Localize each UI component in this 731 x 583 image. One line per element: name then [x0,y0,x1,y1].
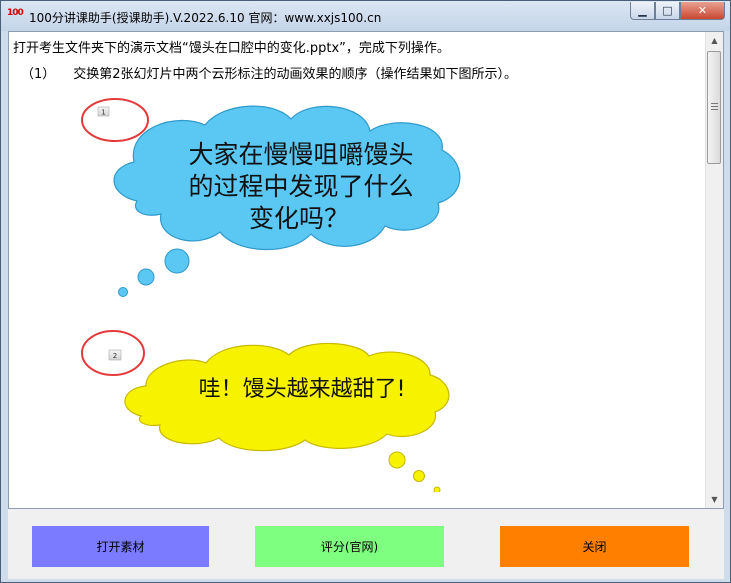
slide-preview-image: 1 大家在慢慢咀嚼馒头 的过程中发现了什么 变化吗？ 2 哇！馒头越来越甜了! [81,98,461,492]
maximize-icon: □ [662,4,673,17]
score-website-button[interactable]: 评分(官网) [255,526,444,567]
close-button[interactable]: 关闭 [500,526,689,567]
app-logo-icon: 100 [7,8,24,18]
cloud-callout-2: 哇！馒头越来越甜了! [124,342,450,492]
instruction-line-2: （1） 交换第2张幻灯片中两个云形标注的动画效果的顺序（操作结果如下图所示）。 [21,63,517,82]
instruction-line-1: 打开考生文件夹下的演示文档“馒头在口腔中的变化.pptx”，完成下列操作。 [13,41,450,56]
close-window-button[interactable]: ✕ [680,2,725,20]
animation-marker-1: 1 [81,98,149,142]
step-number: （1） [21,67,56,82]
minimize-button[interactable]: ▁ [630,2,655,20]
animation-tag-1: 1 [101,109,105,117]
maximize-button[interactable]: □ [655,2,680,20]
cloud-callout-1: 大家在慢慢咀嚼馒头 的过程中发现了什么 变化吗？ [113,105,461,297]
vertical-scrollbar[interactable]: ▲ ▼ [705,32,723,508]
scroll-up-arrow-icon[interactable]: ▲ [706,32,723,49]
cloud1-line-1: 大家在慢慢咀嚼馒头 [188,140,413,169]
highlight-ring-1 [81,98,149,142]
window-title: 100分讲课助手(授课助手).V.2022.6.10 官网：www.xxjs10… [29,11,382,25]
animation-marker-2: 2 [81,330,145,376]
minimize-icon: ▁ [638,4,647,17]
window-controls: ▁ □ ✕ [630,2,725,22]
title-bar[interactable]: 100 100分讲课助手(授课助手).V.2022.6.10 官网：www.xx… [1,1,730,31]
question-content[interactable]: 打开考生文件夹下的演示文档“馒头在口腔中的变化.pptx”，完成下列操作。 （1… [8,31,724,509]
scroll-thumb[interactable] [707,51,721,164]
app-window: 100 100分讲课助手(授课助手).V.2022.6.10 官网：www.xx… [0,0,731,583]
open-material-button[interactable]: 打开素材 [32,526,209,567]
cloud1-line-3: 变化吗？ [249,204,349,233]
cloud2-text: 哇！馒头越来越甜了! [199,377,406,402]
close-icon: ✕ [697,4,708,17]
cloud1-line-2: 的过程中发现了什么 [188,172,413,201]
animation-tag-2: 2 [113,352,117,360]
scroll-down-arrow-icon[interactable]: ▼ [706,491,723,508]
step-text: 交换第2张幻灯片中两个云形标注的动画效果的顺序（操作结果如下图所示）。 [73,67,518,82]
button-bar: 打开素材 评分(官网) 关闭 [8,509,724,579]
